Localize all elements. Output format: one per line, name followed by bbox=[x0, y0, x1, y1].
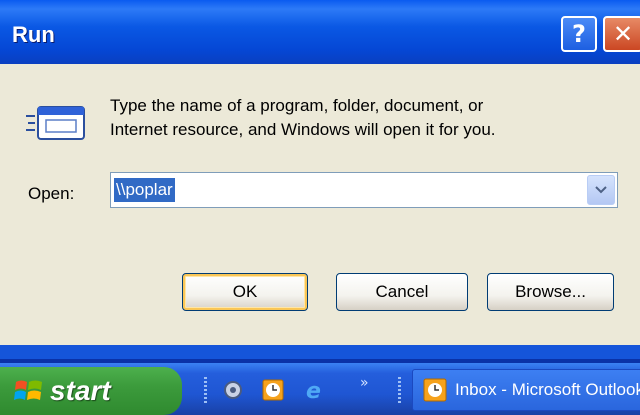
description: Type the name of a program, folder, docu… bbox=[110, 94, 610, 142]
window-bottom-border bbox=[0, 345, 640, 359]
close-icon: ✕ bbox=[612, 20, 634, 48]
description-line: Type the name of a program, folder, docu… bbox=[110, 96, 484, 115]
cancel-button[interactable]: Cancel bbox=[336, 273, 468, 311]
window-title: Run bbox=[12, 22, 55, 47]
ok-button[interactable]: OK bbox=[182, 273, 308, 311]
chevron-overflow-icon[interactable]: » bbox=[360, 375, 369, 391]
browse-button[interactable]: Browse... bbox=[487, 273, 614, 311]
taskbar-item-outlook[interactable]: Inbox - Microsoft Outlook bbox=[412, 369, 640, 411]
title-bar[interactable]: Run ? ✕ bbox=[0, 0, 640, 64]
toolbar-grip[interactable] bbox=[204, 377, 207, 405]
open-label: Open: bbox=[28, 184, 75, 203]
help-button[interactable]: ? bbox=[561, 16, 597, 52]
description-line: Internet resource, and Windows will open… bbox=[110, 120, 496, 139]
chevron-down-icon bbox=[595, 186, 607, 194]
run-icon bbox=[26, 106, 85, 140]
taskbar: start e » Inbox - Microsoft Outlook bbox=[0, 363, 640, 415]
taskbar-item-label: Inbox - Microsoft Outlook bbox=[455, 380, 640, 399]
open-combobox[interactable]: \\poplar bbox=[110, 172, 618, 208]
clock-icon bbox=[423, 378, 447, 402]
dialog-body: Type the name of a program, folder, docu… bbox=[0, 64, 640, 345]
close-button[interactable]: ✕ bbox=[603, 16, 640, 52]
taskbar-grip[interactable] bbox=[398, 377, 401, 405]
svg-text:e: e bbox=[306, 379, 321, 401]
internet-explorer-icon[interactable]: e bbox=[304, 379, 326, 401]
start-label: start bbox=[50, 375, 111, 406]
gear-icon[interactable] bbox=[222, 379, 244, 401]
open-input[interactable]: \\poplar bbox=[114, 178, 175, 202]
help-icon: ? bbox=[572, 20, 586, 48]
dropdown-button[interactable] bbox=[587, 175, 615, 205]
clock-icon[interactable] bbox=[262, 379, 284, 401]
start-button[interactable]: start bbox=[0, 367, 182, 415]
windows-logo-icon bbox=[14, 380, 42, 400]
